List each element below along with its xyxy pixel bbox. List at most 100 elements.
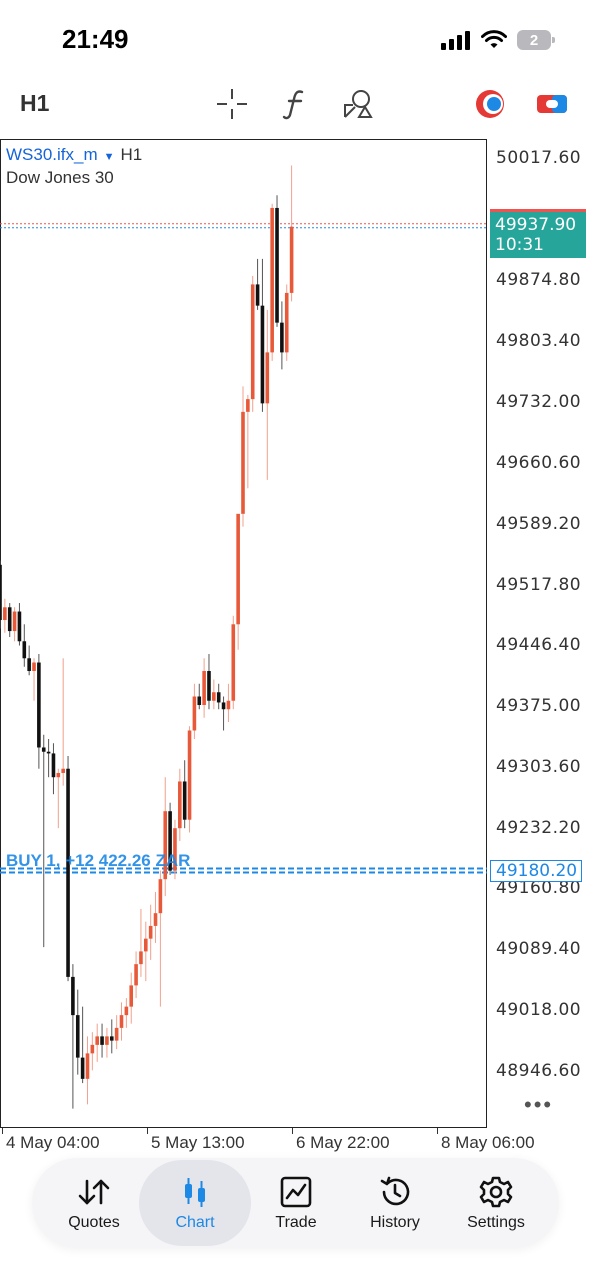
- nav-label: Settings: [467, 1214, 525, 1231]
- nav-label: History: [370, 1214, 420, 1231]
- candle-body: [129, 985, 134, 1007]
- candle-body: [153, 913, 158, 926]
- trade-toggle-icon[interactable]: [534, 86, 570, 122]
- nav-history[interactable]: History: [345, 1158, 445, 1248]
- candle-body: [95, 1036, 99, 1045]
- battery-level: 2: [529, 31, 539, 49]
- time-axis-label: 5 May 13:00: [151, 1133, 245, 1152]
- candle-body: [100, 1036, 104, 1045]
- gear-icon: [478, 1174, 514, 1210]
- time-axis-label: 4 May 04:00: [6, 1133, 100, 1152]
- time-axis-tick: [437, 1128, 438, 1134]
- nav-label: Trade: [275, 1214, 317, 1231]
- candle-body: [255, 284, 260, 306]
- candle-body: [124, 1006, 129, 1016]
- candle-body: [236, 513, 240, 625]
- symbol-description: Dow Jones 30: [6, 168, 114, 187]
- trade-icon: [278, 1174, 314, 1210]
- candle-body: [178, 781, 182, 829]
- price-axis-label: 50017.60: [496, 148, 582, 168]
- candlestick-chart[interactable]: [0, 139, 487, 1128]
- candle-body: [182, 781, 187, 820]
- bar-countdown: 10:31: [495, 235, 544, 255]
- candle-body: [71, 976, 75, 1016]
- price-axis-label: 49517.80: [496, 575, 582, 595]
- price-axis-label: 49803.40: [496, 331, 582, 351]
- candle-body: [80, 1057, 85, 1079]
- symbol-dropdown-icon[interactable]: ▼: [104, 151, 115, 163]
- crosshair-icon[interactable]: [214, 86, 250, 122]
- more-options-icon[interactable]: •••: [524, 1092, 553, 1118]
- candle-body: [51, 753, 56, 778]
- price-axis-label: 49232.20: [496, 818, 582, 838]
- price-axis-label: 48946.60: [496, 1061, 582, 1081]
- candle-body: [3, 607, 7, 621]
- candle-body: [119, 1015, 124, 1028]
- symbol-header[interactable]: WS30.ifx_m ▼ H1: [6, 145, 142, 165]
- status-indicators: 2: [441, 28, 555, 52]
- candle-body: [246, 399, 250, 412]
- candle-body: [85, 1053, 90, 1079]
- candle-body: [56, 772, 61, 778]
- nav-chart[interactable]: Chart: [145, 1158, 245, 1248]
- candle-body: [134, 964, 138, 986]
- candle-body: [7, 607, 12, 632]
- candle-body: [280, 322, 284, 353]
- current-price-value: 49937.90: [495, 215, 577, 235]
- battery-icon: 2: [517, 30, 555, 50]
- nav-label: Quotes: [68, 1214, 120, 1231]
- nav-settings[interactable]: Settings: [446, 1158, 546, 1248]
- price-axis-label: 49660.60: [496, 453, 582, 473]
- nav-trade[interactable]: Trade: [246, 1158, 346, 1248]
- candle-body: [270, 207, 274, 353]
- candle-body: [61, 768, 65, 773]
- time-axis-tick: [147, 1128, 148, 1134]
- candle-body: [250, 284, 255, 400]
- candle-body: [144, 938, 148, 952]
- candle-body: [275, 207, 279, 323]
- candle-body: [289, 226, 294, 293]
- timeframe-button[interactable]: H1: [20, 90, 49, 117]
- candle-body: [37, 662, 41, 748]
- signal-icon: [441, 31, 470, 50]
- price-axis-label: 49089.40: [496, 939, 582, 959]
- candle-body: [12, 611, 17, 632]
- quotes-icon: [76, 1174, 112, 1210]
- objects-icon[interactable]: [340, 86, 376, 122]
- candle-body: [187, 730, 192, 820]
- candle-body: [90, 1044, 95, 1054]
- candle-body: [22, 641, 27, 659]
- history-icon: [377, 1174, 413, 1210]
- candle-body: [46, 751, 51, 754]
- candle-body: [27, 658, 31, 672]
- candle-body: [221, 702, 226, 710]
- candle-body: [197, 696, 202, 705]
- time-axis-label: 6 May 22:00: [296, 1133, 390, 1152]
- indicators-icon[interactable]: [277, 86, 313, 122]
- time-axis-label: 8 May 06:00: [441, 1133, 535, 1152]
- candle-body: [265, 352, 270, 404]
- candle-body: [75, 1015, 80, 1058]
- bottom-navigation: Quotes Chart Trade History Settings: [32, 1158, 559, 1248]
- candle-body: [17, 611, 22, 642]
- price-axis-label: 49589.20: [496, 514, 582, 534]
- time-axis-tick: [292, 1128, 293, 1134]
- candle-body: [109, 1036, 114, 1041]
- price-axis-label: 49018.00: [496, 1000, 582, 1020]
- price-axis-label: 49732.00: [496, 392, 582, 412]
- position-price-tag: 49180.20: [490, 860, 582, 882]
- symbol-name[interactable]: WS30.ifx_m: [6, 145, 98, 164]
- candle-body: [284, 292, 289, 353]
- candle-body: [260, 305, 265, 404]
- candle-body: [114, 1027, 119, 1041]
- price-axis-label: 49874.80: [496, 270, 582, 290]
- candle-body: [0, 564, 2, 621]
- candle-body: [32, 662, 36, 672]
- nav-quotes[interactable]: Quotes: [44, 1158, 144, 1248]
- position-label[interactable]: BUY 1, +12 422.26 ZAR: [6, 851, 190, 871]
- symbol-timeframe: H1: [120, 145, 143, 164]
- chart-toolbar: H1: [0, 78, 591, 130]
- candle-body: [216, 692, 221, 703]
- candle-body: [241, 411, 245, 514]
- one-click-trading-icon[interactable]: [472, 86, 508, 122]
